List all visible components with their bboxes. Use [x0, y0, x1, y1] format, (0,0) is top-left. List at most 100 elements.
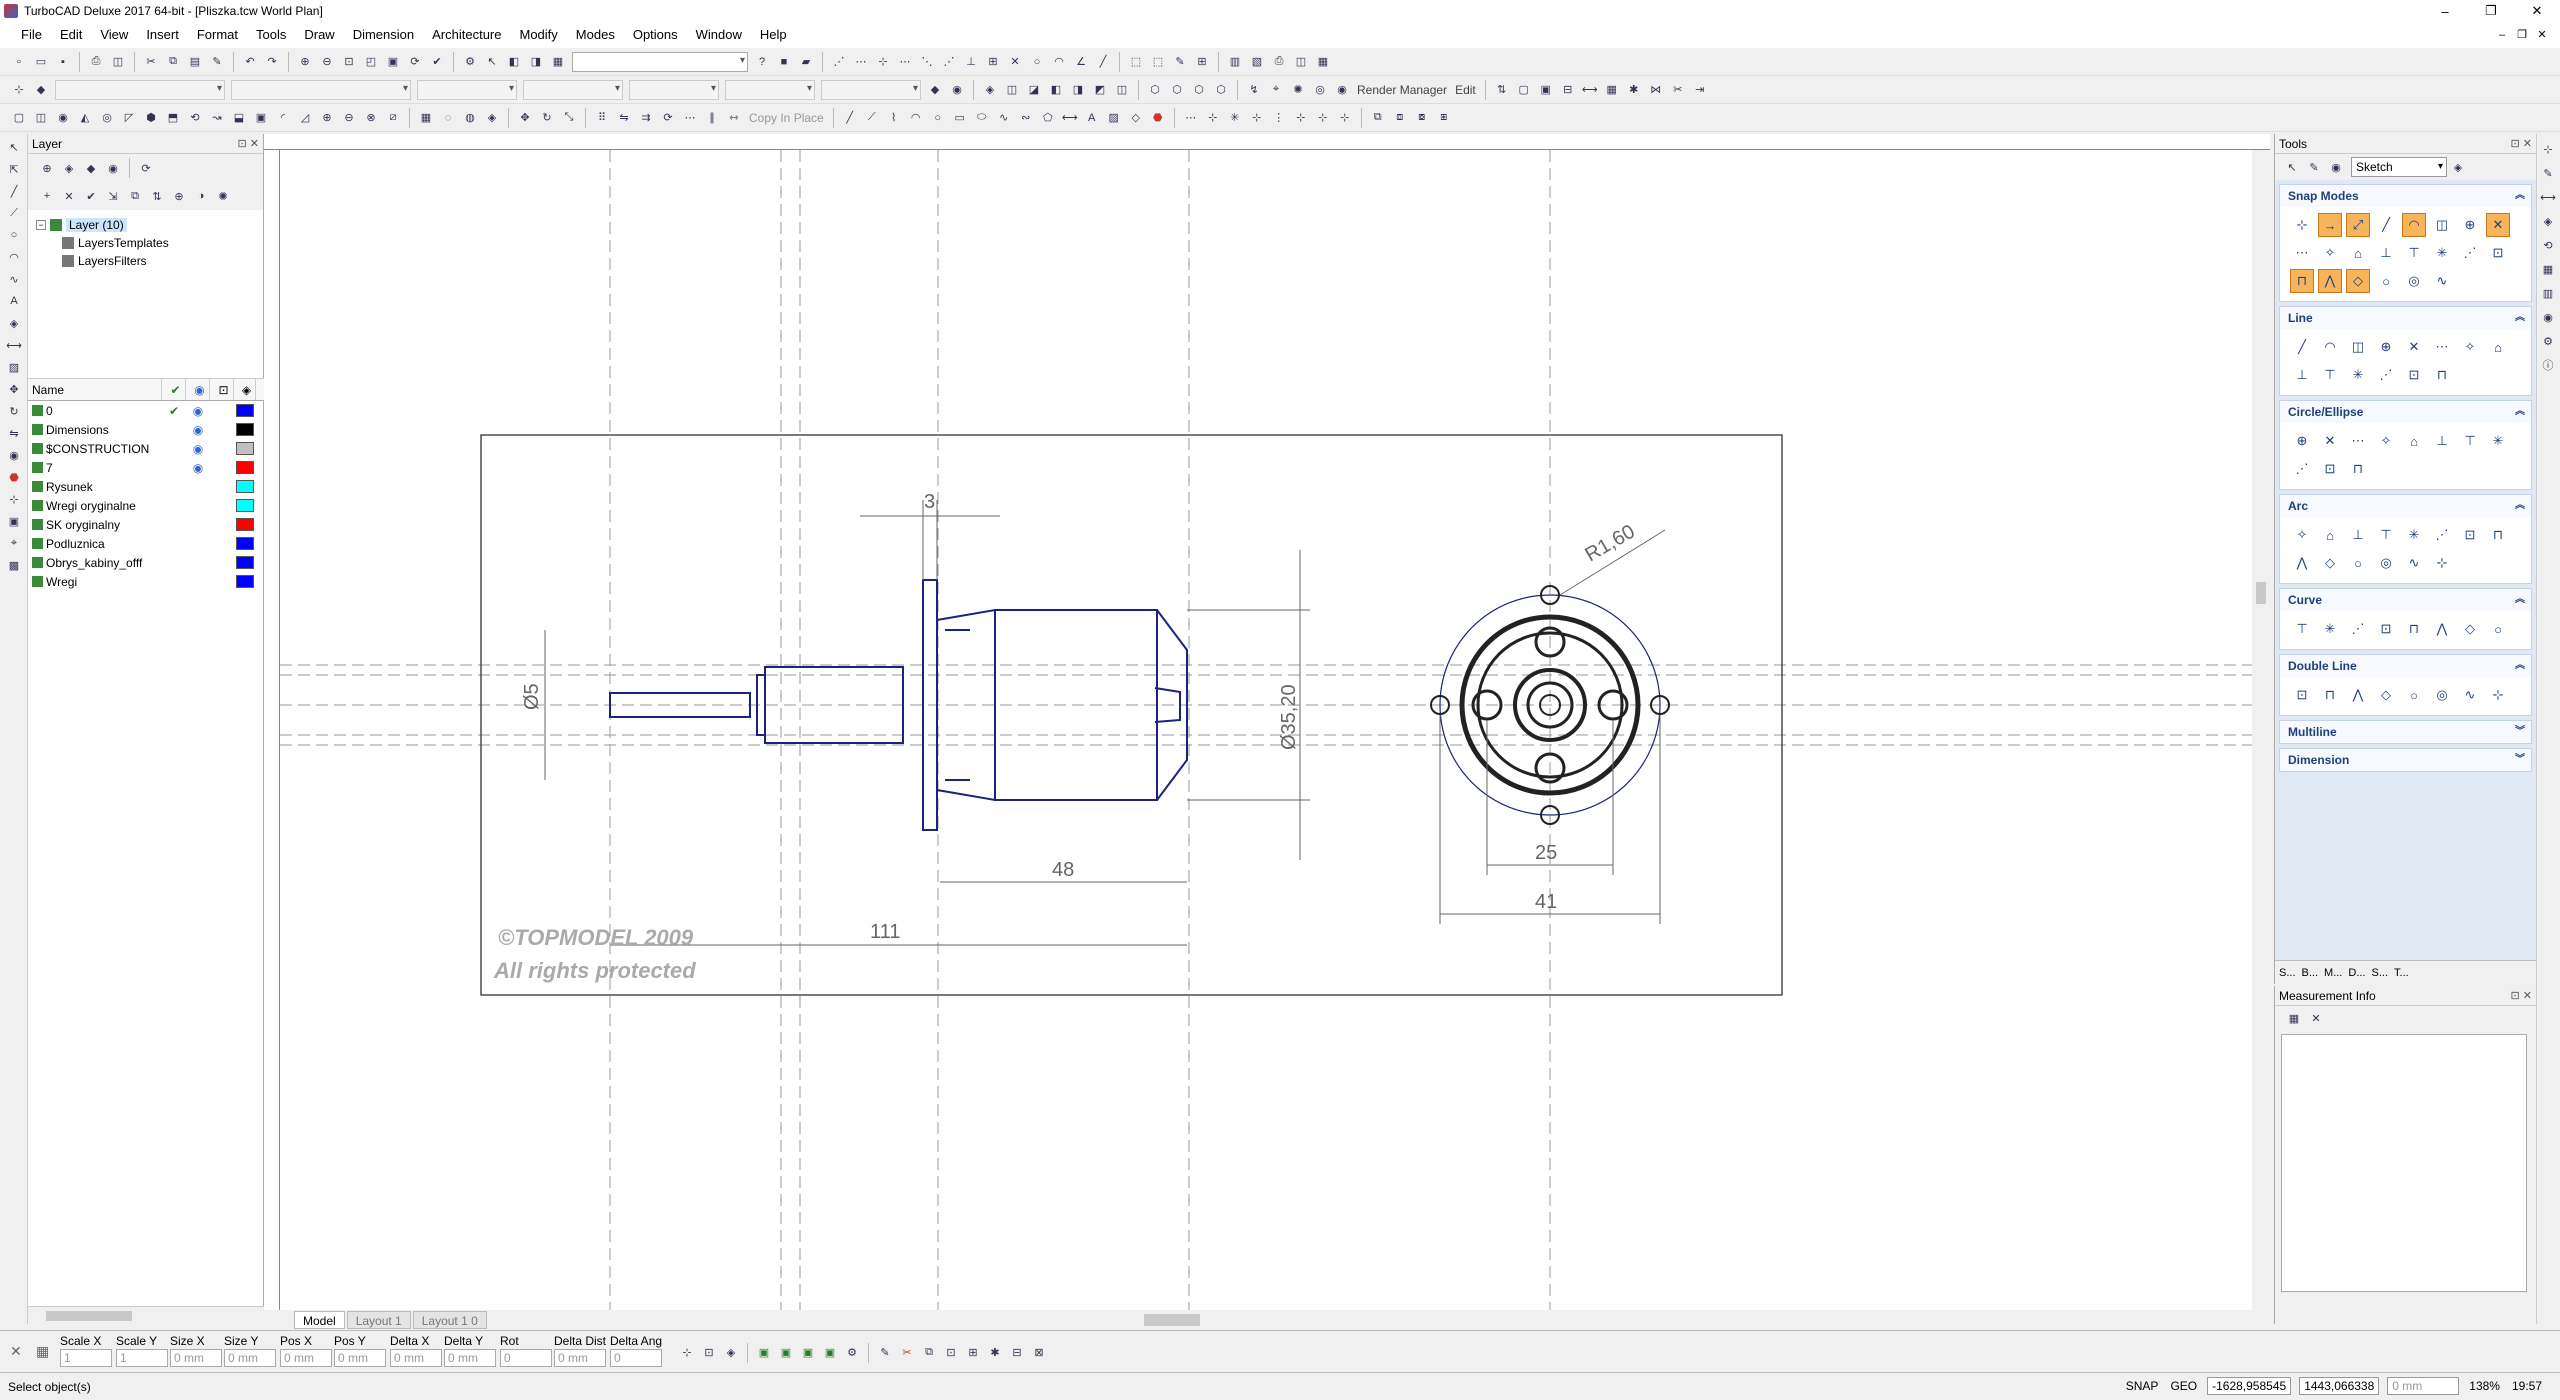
tool-icon[interactable]: ⌂ — [2318, 523, 2342, 547]
tool-icon[interactable]: ⋰ — [2290, 457, 2314, 481]
mdi-minimize-button[interactable]: – — [2492, 22, 2512, 48]
paint-icon[interactable]: ◆ — [926, 81, 944, 99]
visibility-eye-icon[interactable]: ◉ — [186, 423, 210, 437]
layer-activate-icon[interactable]: ✔ — [82, 187, 100, 205]
tool-icon[interactable]: ⊹ — [2290, 213, 2314, 237]
tool-icon[interactable]: ◎ — [2402, 269, 2426, 293]
tool-section-header[interactable]: Multiline ︾ — [2280, 721, 2531, 743]
menu-modify[interactable]: Modify — [511, 22, 567, 48]
layer-row[interactable]: 0 ✔ ◉ — [28, 401, 264, 420]
layer-name[interactable]: Wregi — [46, 575, 162, 589]
maximize-button[interactable]: ❐ — [2468, 0, 2514, 22]
scroll-thumb[interactable] — [46, 1311, 132, 1321]
tool-icon[interactable]: ⊡ — [2402, 363, 2426, 387]
color-icon[interactable]: ■ — [775, 53, 793, 71]
tool-icon[interactable]: ⊡ — [2374, 617, 2398, 641]
select-all-icon[interactable]: ⬚ — [1127, 53, 1145, 71]
tool-section-header[interactable]: Curve ︽ — [2280, 589, 2531, 611]
chevron-up-icon[interactable]: ︽ — [2515, 589, 2525, 611]
boolean-sub-icon[interactable]: ⊖ — [340, 109, 358, 127]
rotate-tool-icon[interactable]: ↻ — [5, 402, 23, 420]
draw-order-icon[interactable]: ⇅ — [1493, 81, 1511, 99]
tool-icon[interactable]: ⊥ — [2374, 241, 2398, 265]
fillet-icon[interactable]: ◜ — [274, 109, 292, 127]
tool-icon[interactable]: ○ — [2402, 683, 2426, 707]
menu-insert[interactable]: Insert — [137, 22, 188, 48]
relative-coords-icon[interactable]: ⊡ — [700, 1343, 718, 1361]
tool-icon[interactable]: ⊤ — [2318, 363, 2342, 387]
text-tool-icon[interactable]: A — [5, 292, 23, 310]
menu-modes[interactable]: Modes — [567, 22, 624, 48]
tool-icon[interactable]: ⊥ — [2430, 429, 2454, 453]
image-tool-icon[interactable]: ▩ — [5, 556, 23, 574]
layer-row[interactable]: Obrys_kabiny_offf — [28, 553, 264, 572]
tool-icon[interactable]: ⊡ — [2458, 523, 2482, 547]
tab-snap[interactable]: S... — [2279, 967, 2296, 979]
boolean-int-icon[interactable]: ⊗ — [362, 109, 380, 127]
close-icon[interactable]: ✕ — [10, 1343, 22, 1360]
pointer-icon[interactable]: ↖ — [483, 53, 501, 71]
field-input[interactable]: 0 mm — [280, 1349, 332, 1367]
tool-section-header[interactable]: Dimension ︾ — [2280, 749, 2531, 771]
tool-icon[interactable]: ⋯ — [2346, 429, 2370, 453]
col-visible-icon[interactable]: ◉ — [186, 379, 210, 400]
walk-icon[interactable]: ↯ — [1245, 81, 1263, 99]
tool-icon[interactable]: ✳ — [2402, 523, 2426, 547]
layer-color-swatch[interactable] — [234, 442, 256, 455]
tool-icon[interactable]: ⤢ — [2346, 213, 2370, 237]
layer-row[interactable]: Dimensions ◉ — [28, 420, 264, 439]
snap-vertex-icon[interactable]: ⋰ — [830, 53, 848, 71]
view-top-icon[interactable]: ◩ — [1091, 81, 1109, 99]
visibility-eye-icon[interactable]: ◉ — [186, 404, 210, 418]
layer-row[interactable]: $CONSTRUCTION ◉ — [28, 439, 264, 458]
drawing-canvas[interactable]: 3 R1,60 Ø5 Ø35,20 48 111 25 41 ©TOPMODEL… — [280, 150, 2252, 1310]
menu-tools[interactable]: Tools — [247, 22, 295, 48]
field-input[interactable]: 0 mm — [390, 1349, 442, 1367]
revolve-icon[interactable]: ⟲ — [186, 109, 204, 127]
panel-pin-icon[interactable]: ⊡ ✕ — [238, 134, 260, 154]
layer-color-swatch[interactable] — [234, 404, 256, 417]
tool-icon[interactable]: ✕ — [2318, 429, 2342, 453]
tool-icon[interactable]: ⋰ — [2458, 241, 2482, 265]
tool-section-header[interactable]: Circle/Ellipse ︽ — [2280, 401, 2531, 423]
layers-tool-icon[interactable]: ◈ — [2539, 212, 2557, 230]
tool-icon[interactable]: ⊕ — [2374, 335, 2398, 359]
undo-icon[interactable]: ↶ — [241, 53, 259, 71]
layer-row[interactable]: Wregi — [28, 572, 264, 591]
arc-tool-icon[interactable]: ◠ — [5, 248, 23, 266]
mesh-smooth-icon[interactable]: ◌ — [439, 109, 457, 127]
tool-icon[interactable]: ∿ — [2430, 269, 2454, 293]
tree-root[interactable]: − Layer (10) — [36, 216, 255, 234]
copy-radial-icon[interactable]: ⟳ — [659, 109, 677, 127]
print-preview-icon[interactable]: ◫ — [109, 53, 127, 71]
hatch-tool-icon[interactable]: ▨ — [5, 358, 23, 376]
boolean-add-icon[interactable]: ⊕ — [318, 109, 336, 127]
tool-icon[interactable]: ⌂ — [2346, 241, 2370, 265]
tool-icon[interactable]: ⊥ — [2290, 363, 2314, 387]
palette-icon[interactable]: ◉ — [2327, 158, 2345, 176]
snap-quadrant-icon[interactable]: ⋯ — [896, 53, 914, 71]
copy-in-place-label[interactable]: Copy In Place — [749, 111, 824, 125]
tree-item-filters[interactable]: LayersFilters — [36, 252, 255, 270]
snap-nearest-icon[interactable]: ⋰ — [940, 53, 958, 71]
zoom-extents-icon[interactable]: ◰ — [362, 53, 380, 71]
layer-row[interactable]: SK oryginalny — [28, 515, 264, 534]
tab-model[interactable]: Model — [294, 1311, 345, 1329]
tab-tools[interactable]: T... — [2394, 967, 2409, 979]
layer-name[interactable]: 0 — [46, 404, 162, 418]
arc-icon[interactable]: ◠ — [907, 109, 925, 127]
snap-ortho-icon[interactable]: ⊥ — [962, 53, 980, 71]
scale-icon[interactable]: ⤡ — [560, 109, 578, 127]
next-icon[interactable]: ▣ — [821, 1343, 839, 1361]
join-icon[interactable]: ⋈ — [1647, 81, 1665, 99]
tool-icon[interactable]: ◎ — [2374, 551, 2398, 575]
mirror-icon[interactable]: ⇋ — [615, 109, 633, 127]
apply-icon[interactable]: ▣ — [799, 1343, 817, 1361]
tab-blocks[interactable]: B... — [2302, 967, 2319, 979]
layer-up-icon[interactable]: ⇅ — [148, 187, 166, 205]
cylinder-icon[interactable]: ◫ — [32, 109, 50, 127]
tool-icon[interactable]: ⊓ — [2486, 523, 2510, 547]
tool-icon[interactable]: → — [2318, 213, 2342, 237]
layer-name[interactable]: Rysunek — [46, 480, 162, 494]
snap-toggle[interactable]: SNAP — [2126, 1379, 2159, 1393]
